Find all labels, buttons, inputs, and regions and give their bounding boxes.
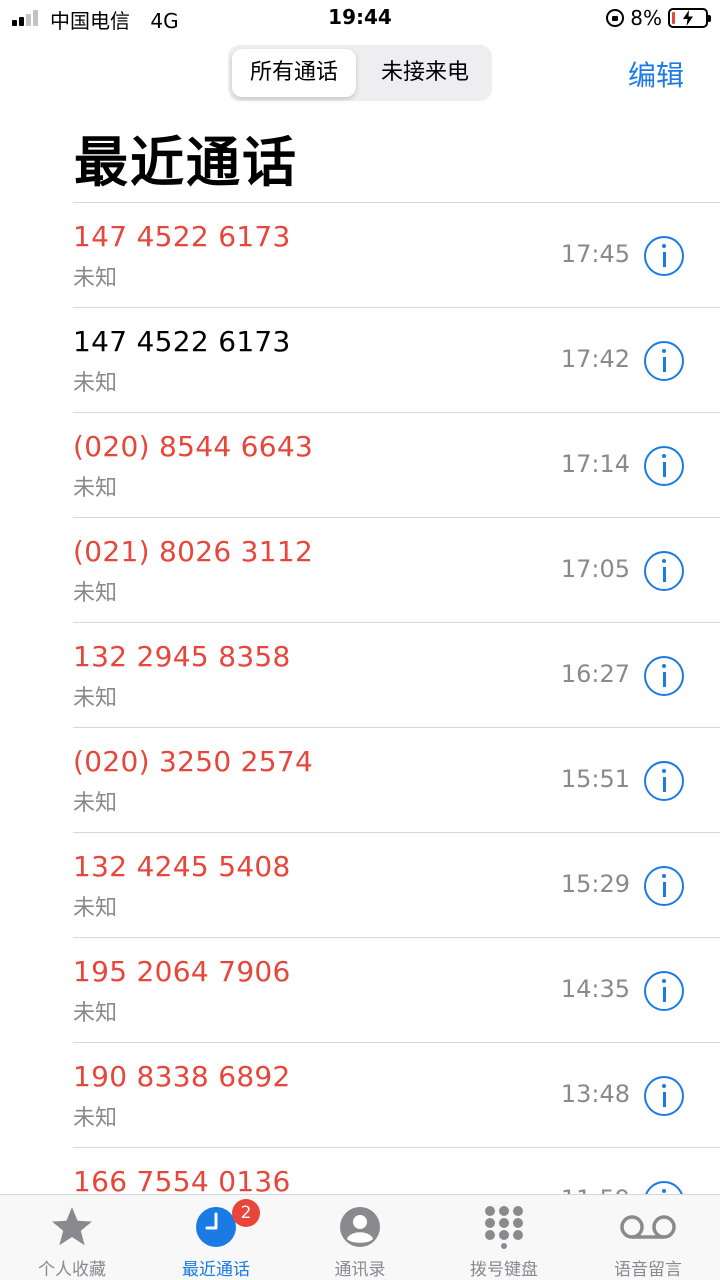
keypad-icon — [485, 1206, 523, 1249]
call-row[interactable]: 166 7554 0136未知11:59 — [0, 1147, 720, 1194]
call-time: 17:42 — [560, 345, 630, 373]
info-icon[interactable] — [644, 446, 684, 486]
call-time: 17:14 — [560, 450, 630, 478]
call-time: 17:45 — [560, 240, 630, 268]
tab-recents[interactable]: 2 最近通话 — [144, 1195, 288, 1280]
call-row[interactable]: 195 2064 7906 未知 14:35 — [0, 937, 720, 1042]
call-row[interactable]: (020) 8544 6643 未知 17:14 — [0, 412, 720, 517]
call-number: 132 2945 8358 — [73, 640, 291, 673]
info-icon[interactable] — [644, 341, 684, 381]
charging-bolt-icon — [683, 10, 693, 26]
call-time: 14:35 — [560, 975, 630, 1003]
call-number: (020) 3250 2574 — [73, 745, 314, 778]
info-icon[interactable] — [644, 1076, 684, 1116]
call-label: 未知 — [73, 1106, 118, 1131]
call-time: 13:48 — [560, 1080, 630, 1108]
star-icon — [52, 1207, 92, 1246]
call-label: 未知 — [73, 1001, 118, 1026]
call-time: 11:59 — [561, 1185, 630, 1194]
recents-badge: 2 — [232, 1199, 260, 1227]
call-row[interactable]: 147 4522 6173 未知 17:45 — [0, 202, 720, 307]
contact-icon — [340, 1207, 380, 1247]
tab-contacts[interactable]: 通讯录 — [288, 1195, 432, 1280]
tab-label: 通讯录 — [334, 1260, 386, 1280]
info-icon[interactable] — [644, 761, 684, 801]
call-number: (021) 8026 3112 — [73, 535, 314, 568]
call-time: 15:51 — [560, 765, 630, 793]
call-number: 147 4522 6173 — [73, 220, 291, 253]
call-label: 未知 — [73, 581, 118, 606]
tab-bar: 个人收藏 2 最近通话 通讯录 拨号键盘 语音留言 — [0, 1194, 720, 1280]
tab-favorites[interactable]: 个人收藏 — [0, 1195, 144, 1280]
status-right: 8% — [606, 5, 711, 31]
call-row[interactable]: 147 4522 6173 未知 17:42 — [0, 307, 720, 412]
call-row[interactable]: 132 2945 8358 未知 16:27 — [0, 622, 720, 727]
call-label: 未知 — [73, 686, 118, 711]
call-number: 147 4522 6173 — [73, 325, 291, 358]
call-number: 195 2064 7906 — [73, 955, 291, 988]
call-time: 16:27 — [560, 660, 630, 688]
segment-missed-calls[interactable]: 未接来电 — [362, 49, 488, 97]
call-label: 未知 — [73, 476, 118, 501]
battery-charging-icon — [668, 8, 711, 28]
tab-keypad[interactable]: 拨号键盘 — [432, 1195, 576, 1280]
call-number: (020) 8544 6643 — [73, 430, 314, 463]
battery-level-fill — [672, 12, 675, 24]
status-bar: 中国电信 4G 19:44 8% — [0, 0, 720, 36]
call-label: 未知 — [73, 266, 118, 291]
battery-percent: 8% — [630, 6, 662, 30]
edit-button[interactable]: 编辑 — [628, 54, 684, 94]
info-icon[interactable] — [644, 236, 684, 276]
call-number: 190 8338 6892 — [73, 1060, 291, 1093]
tab-label: 语音留言 — [614, 1260, 682, 1280]
info-icon[interactable] — [644, 866, 684, 906]
segment-all-calls[interactable]: 所有通话 — [232, 49, 356, 97]
call-filter-segmented-control: 所有通话 未接来电 — [228, 45, 492, 101]
orientation-lock-icon — [606, 9, 625, 27]
call-row[interactable]: (021) 8026 3112 未知 17:05 — [0, 517, 720, 622]
call-label: 未知 — [73, 371, 118, 396]
info-icon[interactable] — [644, 551, 684, 591]
call-time: 17:05 — [560, 555, 630, 583]
page-title: 最近通话 — [74, 131, 298, 194]
call-label: 未知 — [73, 791, 118, 816]
call-row[interactable]: 190 8338 6892 未知 13:48 — [0, 1042, 720, 1147]
call-row[interactable]: 132 4245 5408 未知 15:29 — [0, 832, 720, 937]
voicemail-icon — [620, 1215, 676, 1239]
tab-label: 最近通话 — [182, 1260, 250, 1280]
call-label: 未知 — [73, 896, 118, 921]
info-icon[interactable] — [644, 971, 684, 1011]
call-time: 15:29 — [560, 870, 630, 898]
call-number: 132 4245 5408 — [73, 850, 291, 883]
call-row[interactable]: (020) 3250 2574 未知 15:51 — [0, 727, 720, 832]
call-number: 166 7554 0136 — [73, 1165, 291, 1194]
recent-calls-list: 147 4522 6173 未知 17:45 147 4522 6173 未知 17:42… — [0, 202, 720, 1194]
info-icon[interactable] — [644, 1181, 684, 1194]
tab-label: 个人收藏 — [38, 1260, 106, 1280]
info-icon[interactable] — [644, 656, 684, 696]
tab-voicemail[interactable]: 语音留言 — [576, 1195, 720, 1280]
tab-label: 拨号键盘 — [470, 1260, 538, 1280]
